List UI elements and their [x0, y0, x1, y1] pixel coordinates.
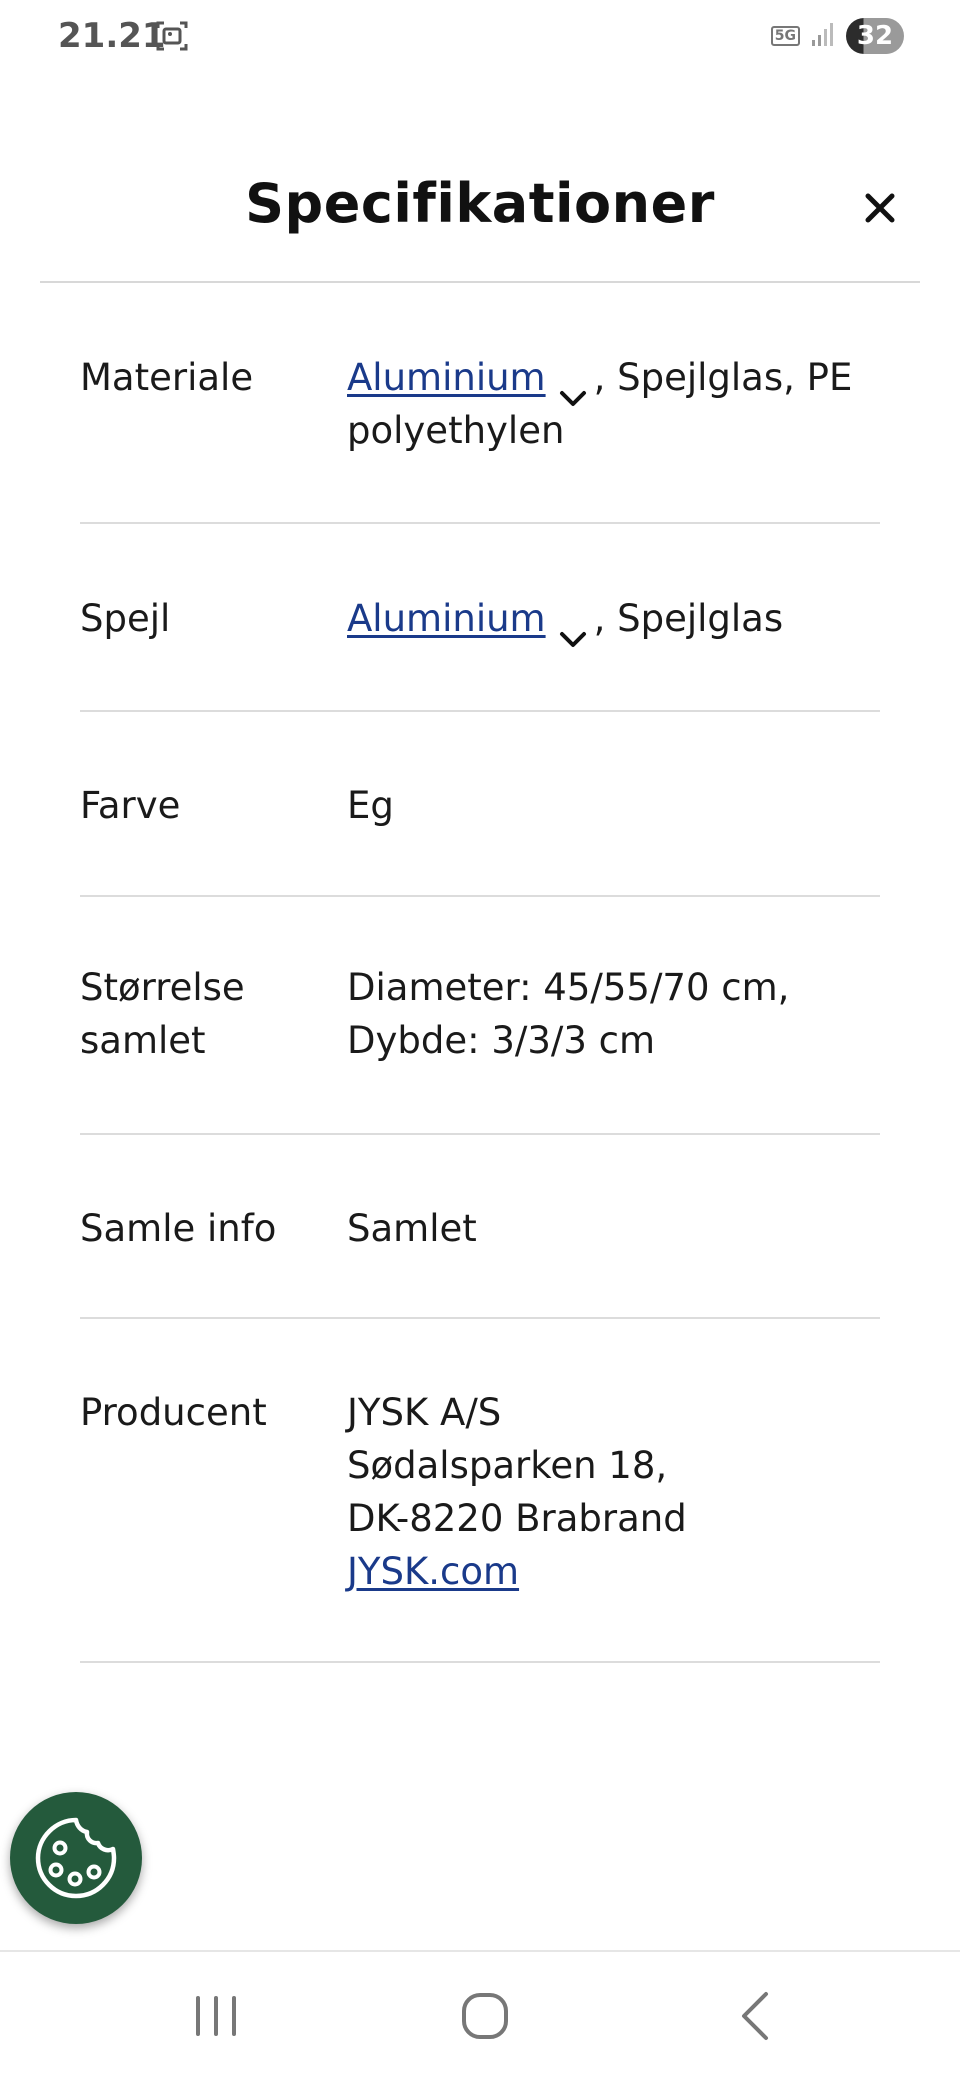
signal-icon [810, 20, 836, 52]
spec-label: Størrelse samlet [80, 961, 330, 1067]
status-bar: 21.21 5G 32 [0, 0, 960, 72]
spec-value-line: DK-8220 Brabrand [347, 1497, 687, 1540]
close-button[interactable] [858, 186, 902, 230]
spec-row-samle-info: Samle info Samlet [80, 1135, 880, 1319]
spec-label-line: samlet [80, 1019, 206, 1062]
spec-value-text: polyethylen [347, 409, 565, 452]
spec-label: Samle info [80, 1207, 277, 1250]
spec-list: Materiale Aluminium , Spejlglas, PE polye… [80, 283, 880, 1663]
spec-row-stoerrelse: Størrelse samlet Diameter: 45/55/70 cm, … [80, 897, 880, 1135]
spec-value-line: Sødalsparken 18, [347, 1444, 668, 1487]
spec-value-line: Dybde: 3/3/3 cm [347, 1019, 656, 1062]
recent-apps-icon [196, 1996, 236, 2036]
spec-label: Spejl [80, 597, 171, 640]
chevron-down-icon[interactable] [558, 611, 588, 647]
material-link-aluminium[interactable]: Aluminium [347, 356, 546, 399]
screenshot-icon [154, 18, 190, 54]
spec-value: Aluminium , Spejlglas, PE polyethylen [347, 351, 880, 457]
cookie-icon [35, 1817, 117, 1899]
chevron-down-icon[interactable] [558, 370, 588, 406]
home-button[interactable] [455, 1986, 515, 2046]
spec-row-farve: Farve Eg [80, 712, 880, 897]
spec-value: JYSK A/S Sødalsparken 18, DK-8220 Brabra… [347, 1386, 880, 1598]
home-icon [462, 1993, 508, 2039]
network-type: 5G [770, 26, 800, 46]
spec-label: Materiale [80, 356, 254, 399]
spec-row-producent: Producent JYSK A/S Sødalsparken 18, DK-8… [80, 1319, 880, 1663]
spec-value: Eg [347, 784, 394, 827]
spec-label: Farve [80, 784, 181, 827]
spec-value-line: Diameter: 45/55/70 cm, [347, 966, 790, 1009]
spec-value: Samlet [347, 1207, 477, 1250]
producer-website-link[interactable]: JYSK.com [347, 1550, 519, 1593]
spec-label: Producent [80, 1391, 267, 1434]
spec-value-line: JYSK A/S [347, 1391, 502, 1434]
spec-label-line: Størrelse [80, 966, 245, 1009]
status-time: 21.21 [58, 16, 166, 56]
spec-value: Aluminium , Spejlglas [347, 592, 880, 647]
system-nav-bar [0, 1952, 960, 2080]
cookie-settings-button[interactable] [10, 1792, 142, 1924]
battery-indicator: 32 [846, 18, 904, 54]
page-title: Specifikationer [245, 172, 715, 235]
spec-value: Diameter: 45/55/70 cm, Dybde: 3/3/3 cm [347, 961, 880, 1067]
sheet-header: Specifikationer [0, 150, 960, 280]
spejl-link-aluminium[interactable]: Aluminium [347, 597, 546, 640]
back-button[interactable] [726, 1986, 786, 2046]
status-indicators: 5G 32 [770, 16, 904, 56]
recent-apps-button[interactable] [186, 1986, 246, 2046]
close-icon [865, 193, 895, 223]
spec-value-text: , Spejlglas, PE [593, 356, 853, 399]
spec-row-spejl: Spejl Aluminium , Spejlglas [80, 524, 880, 712]
spec-value-text: , Spejlglas [593, 597, 784, 640]
spec-row-materiale: Materiale Aluminium , Spejlglas, PE polye… [80, 283, 880, 524]
back-icon [742, 1992, 768, 2040]
